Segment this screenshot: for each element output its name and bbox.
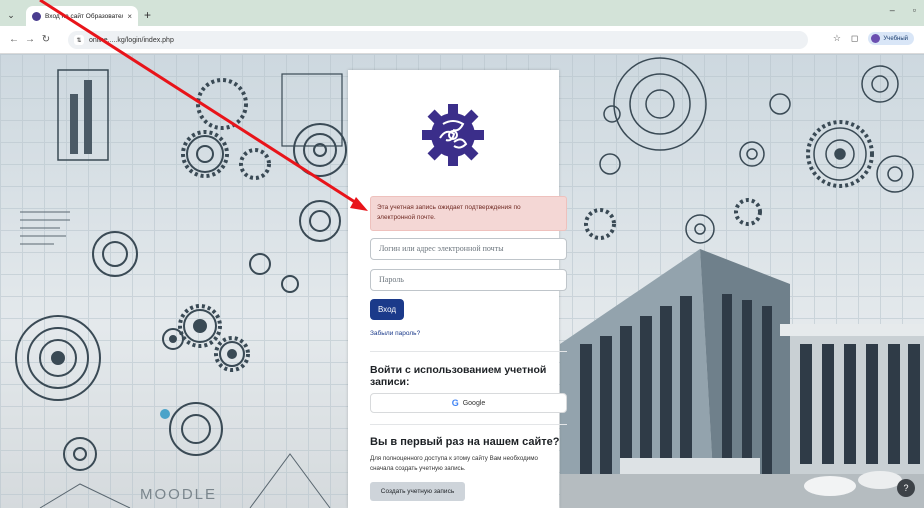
- maximize-button[interactable]: ▫: [913, 5, 916, 15]
- window-controls: – ▫: [890, 5, 916, 15]
- tab-title: Вход на сайт Образовательн...: [45, 12, 123, 20]
- site-logo: [422, 104, 484, 166]
- password-field[interactable]: Пароль: [370, 269, 567, 291]
- username-field[interactable]: Логин или адрес электронной почты: [370, 238, 567, 260]
- first-time-heading: Вы в первый раз на нашем сайте?: [370, 436, 560, 448]
- bookmark-star-icon[interactable]: ☆: [833, 33, 841, 44]
- extensions-icon[interactable]: ◻: [851, 33, 858, 44]
- help-button[interactable]: ?: [897, 479, 915, 497]
- pending-confirmation-alert: Эта учетная запись ожидает подтверждения…: [370, 196, 567, 231]
- tab-search-icon[interactable]: ⌄: [0, 4, 22, 26]
- forward-icon[interactable]: →: [22, 34, 38, 45]
- moodle-watermark: MOODLE: [140, 486, 218, 503]
- browser-tab[interactable]: Вход на сайт Образовательн... ×: [26, 6, 138, 26]
- alt-login-heading: Войти с использованием учетной записи:: [370, 364, 547, 388]
- address-bar: ← → ↻ ⇅ online.....kg/login/index.php ☆ …: [0, 26, 924, 54]
- avatar: [871, 34, 881, 43]
- google-button-label: Google: [462, 399, 486, 407]
- url-text: online.....kg/login/index.php: [89, 36, 174, 44]
- site-favicon-icon: [32, 11, 41, 21]
- forgot-password-link[interactable]: Забыли пароль?: [370, 330, 420, 337]
- new-tab-button[interactable]: +: [144, 6, 151, 26]
- create-account-button[interactable]: Создать учетную запись: [370, 482, 465, 501]
- building-illustration: [560, 249, 924, 508]
- site-info-icon[interactable]: ⇅: [74, 35, 84, 45]
- minimize-button[interactable]: –: [890, 5, 895, 15]
- first-time-text: Для полноценного доступа к этому сайту В…: [370, 455, 538, 472]
- google-icon: G: [451, 398, 459, 408]
- close-tab-icon[interactable]: ×: [127, 12, 132, 21]
- login-button[interactable]: Вход: [370, 299, 404, 320]
- divider: [370, 351, 567, 352]
- google-login-button[interactable]: G Google: [370, 393, 567, 413]
- reload-icon[interactable]: ↻: [38, 34, 54, 45]
- toolbar-right: ☆ ◻ Учебный: [833, 32, 914, 45]
- back-icon[interactable]: ←: [6, 34, 22, 45]
- profile-label: Учебный: [883, 35, 908, 42]
- tab-bar: ⌄ Вход на сайт Образовательн... × + – ▫: [0, 0, 924, 26]
- url-field[interactable]: ⇅ online.....kg/login/index.php: [68, 31, 808, 49]
- profile-button[interactable]: Учебный: [868, 32, 914, 45]
- divider: [370, 424, 567, 425]
